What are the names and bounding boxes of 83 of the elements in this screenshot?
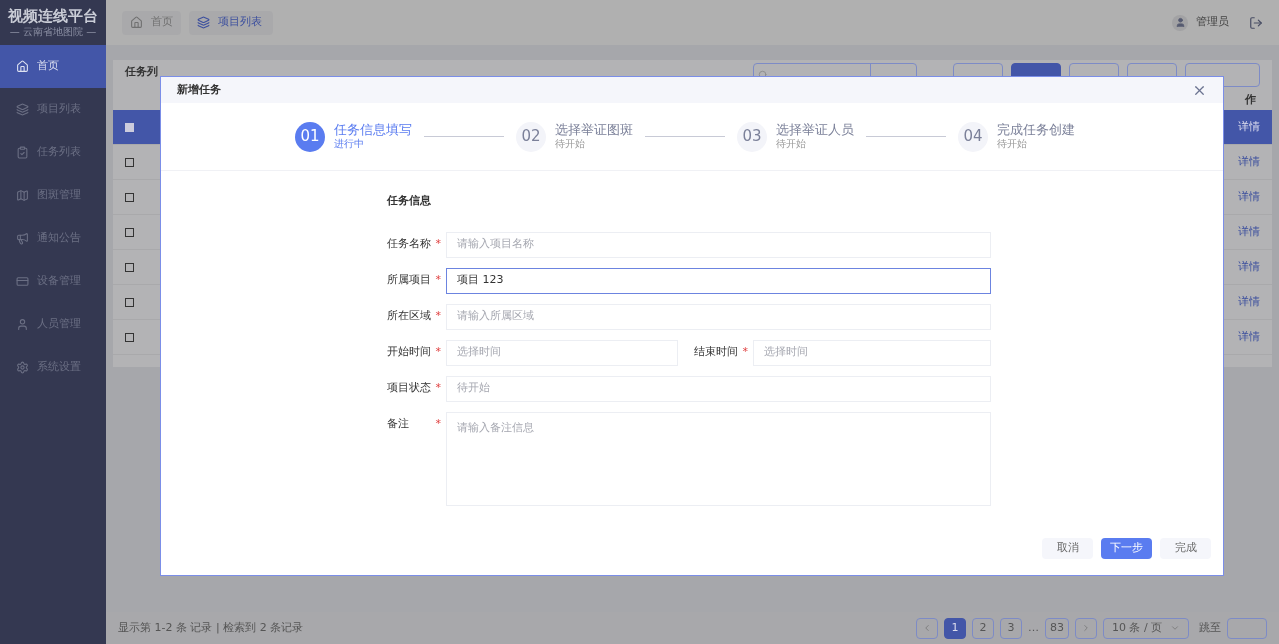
dialog-button[interactable]: 取消 (1042, 538, 1093, 559)
step-number: 04 (958, 121, 988, 152)
layers-icon (197, 16, 210, 29)
step-title: 选择举证人员 (776, 122, 854, 139)
required-mark: * (435, 344, 441, 361)
row-checkbox[interactable] (125, 332, 134, 342)
required-mark: * (435, 416, 441, 433)
panel-title: 任务列 (125, 65, 158, 78)
row-checkbox[interactable] (125, 262, 134, 272)
textarea-field[interactable]: 请输入备注信息 (446, 411, 991, 506)
step-status: 进行中 (334, 138, 365, 151)
required-mark: * (435, 236, 441, 253)
breadcrumb-tab[interactable]: 项目列表 (189, 10, 273, 35)
user-name: 管理员 (1196, 14, 1229, 31)
field-label: 所属项目 (387, 272, 431, 289)
record-summary: 显示第 1-2 条 记录 | 检索到 2 条记录 (118, 619, 304, 636)
step-number: 03 (737, 121, 767, 152)
page-button[interactable]: 83 (1045, 617, 1069, 639)
row-checkbox[interactable] (125, 192, 134, 202)
required-mark: * (435, 272, 441, 289)
home-icon (130, 16, 143, 29)
required-mark: * (742, 344, 748, 361)
sidebar-item[interactable]: 首页 (0, 45, 106, 88)
field-label: 结束时间 (694, 344, 738, 361)
input-field[interactable]: 请输入所属区域 (446, 303, 991, 330)
dialog-title: 新增任务 (177, 81, 221, 98)
chevron-left-icon (922, 623, 932, 633)
page-button[interactable]: 2 (972, 617, 994, 639)
home-icon (16, 60, 29, 73)
page-button[interactable]: 3 (1000, 617, 1022, 639)
logout-icon[interactable] (1249, 15, 1263, 30)
megaphone-icon (16, 232, 29, 245)
details-link[interactable]: 详情 (1238, 293, 1260, 311)
required-mark: * (435, 308, 441, 325)
required-mark: * (435, 380, 441, 397)
avatar[interactable] (1172, 14, 1188, 31)
details-link[interactable]: 详情 (1238, 118, 1260, 136)
row-checkbox[interactable] (125, 157, 134, 167)
dialog-button[interactable]: 完成 (1160, 538, 1211, 559)
step-title: 完成任务创建 (997, 122, 1075, 139)
input-field[interactable]: 待开始 (446, 375, 991, 402)
row-checkbox[interactable] (125, 227, 134, 237)
details-link[interactable]: 详情 (1238, 153, 1260, 171)
row-checkbox[interactable] (125, 297, 134, 307)
input-field[interactable]: 选择时间 (446, 339, 678, 366)
step-status: 待开始 (555, 138, 586, 151)
person-icon (16, 318, 29, 331)
dialog-button[interactable]: 下一步 (1101, 538, 1152, 559)
logo-title: 视频连线平台 (8, 6, 98, 26)
gear-icon (16, 361, 29, 374)
logo-subtitle: — 云南省地图院 — (9, 25, 97, 39)
input-field[interactable]: 请输入项目名称 (446, 231, 991, 258)
field-label: 备注 (387, 416, 409, 433)
field-label: 所在区域 (387, 308, 431, 325)
column-header: 作 (1245, 91, 1256, 108)
chevron-down-icon (1170, 623, 1180, 633)
step-number: 02 (516, 121, 546, 152)
step-status: 待开始 (776, 138, 807, 151)
page-ellipsis: … (1028, 619, 1039, 636)
jump-input[interactable] (1227, 617, 1267, 639)
details-link[interactable]: 详情 (1238, 188, 1260, 206)
card-icon (16, 275, 29, 288)
page-button[interactable]: 1 (944, 617, 966, 639)
step-title: 选择举证图斑 (555, 122, 633, 139)
step-number: 01 (295, 121, 325, 152)
page-size-select[interactable]: 10 条 / 页 (1103, 617, 1189, 639)
jump-label: 跳至 (1199, 619, 1221, 636)
section-title: 任务信息 (387, 193, 432, 209)
field-label: 项目状态 (387, 380, 431, 397)
field-label: 任务名称 (387, 236, 431, 253)
input-field[interactable]: 选择时间 (753, 339, 991, 366)
field-label: 开始时间 (387, 344, 431, 361)
details-link[interactable]: 详情 (1238, 223, 1260, 241)
clipboard-icon (16, 146, 29, 159)
person-icon (1174, 17, 1186, 28)
step-status: 待开始 (997, 138, 1028, 151)
details-link[interactable]: 详情 (1238, 328, 1260, 346)
map-icon (16, 189, 29, 202)
layers-icon (16, 103, 29, 116)
step-title: 任务信息填写 (334, 122, 412, 138)
input-field[interactable]: 项目 123 (446, 267, 991, 294)
chevron-right-icon (1081, 623, 1091, 633)
details-link[interactable]: 详情 (1238, 258, 1260, 276)
